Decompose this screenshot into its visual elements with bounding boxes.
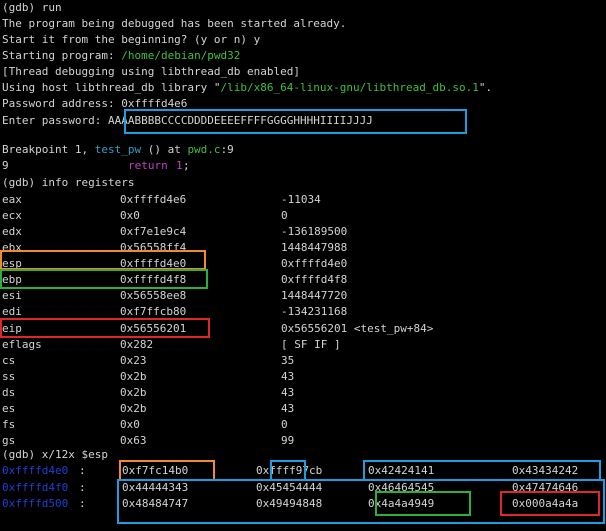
register-natural-value: 99 — [281, 434, 295, 447]
memory-address-separator: : — [79, 497, 86, 510]
register-name: eax — [2, 193, 22, 206]
esp-highlight-box — [0, 250, 206, 270]
register-natural-value: 0x56556201 <test_pw+84> — [281, 322, 434, 335]
terminal-window[interactable]: (gdb) run The program being debugged has… — [0, 0, 606, 531]
register-row: edx 0xf7e1e9c4 -136189500 — [2, 224, 602, 240]
register-hex-value: 0xf7e1e9c4 — [120, 225, 187, 238]
saved-word-highlight-box — [119, 460, 215, 481]
register-name: ss — [2, 370, 16, 383]
register-row: ds 0x2b 43 — [2, 385, 602, 401]
register-natural-value: -11034 — [281, 193, 321, 206]
starting-program-label: Starting program: — [2, 49, 122, 62]
register-row: esi 0x56558ee8 1448447720 — [2, 288, 602, 304]
register-hex-value: 0x282 — [120, 338, 154, 351]
source-semicolon: ; — [183, 159, 190, 172]
register-name: cs — [2, 354, 16, 367]
breakpoint-line: Breakpoint 1, test_pw () at pwd.c:9 — [2, 142, 234, 158]
examine-command: (gdb) x/12x $esp — [2, 448, 108, 461]
breakpoint-label: Breakpoint 1, — [2, 143, 95, 156]
breakpoint-file: pwd.c — [187, 143, 221, 156]
source-line: 9 return 1; — [2, 158, 190, 174]
memory-address-separator: : — [79, 464, 86, 477]
ebp-highlight-box — [0, 269, 208, 289]
register-natural-value: 0xffffd4f8 — [281, 273, 348, 286]
register-row: es 0x2b 43 — [2, 401, 602, 417]
already-started-line: The program being debugged has been star… — [2, 17, 347, 30]
register-hex-value: 0x0 — [120, 209, 140, 222]
register-row: cs 0x23 35 — [2, 353, 602, 369]
register-natural-value: 1448447988 — [281, 241, 348, 254]
register-hex-value: 0x2b — [120, 370, 147, 383]
eip-overwrite-highlight-box — [500, 491, 600, 516]
breakpoint-function: test_pw — [94, 143, 142, 156]
register-name: fs — [2, 418, 16, 431]
register-natural-value: 43 — [281, 370, 295, 383]
register-hex-value: 0x23 — [120, 354, 147, 367]
register-name: esi — [2, 289, 22, 302]
register-hex-value: 0x56558ee8 — [120, 289, 187, 302]
eip-highlight-box — [0, 318, 210, 338]
register-natural-value: 0 — [281, 209, 288, 222]
register-natural-value: 0 — [281, 418, 288, 431]
register-natural-value: 43 — [281, 402, 295, 415]
register-row: fs 0x0 0 — [2, 417, 602, 433]
memory-address: 0xffffd4e0 — [2, 464, 69, 477]
register-row: eax 0xffffd4e6 -11034 — [2, 192, 602, 208]
register-natural-value: 43 — [281, 386, 295, 399]
register-name: ds — [2, 386, 16, 399]
register-name: eflags — [2, 338, 42, 351]
register-name: edx — [2, 225, 22, 238]
restart-prompt-line: Start it from the beginning? (y or n) y — [2, 33, 261, 46]
register-natural-value: [ SF IF ] — [281, 338, 341, 351]
register-hex-value: 0x0 — [120, 418, 140, 431]
register-natural-value: 0xffffd4e0 — [281, 257, 348, 270]
register-natural-value: 1448447720 — [281, 289, 348, 302]
register-hex-value: 0xffffd4e6 — [120, 193, 187, 206]
gdb-run-line: (gdb) run — [2, 1, 62, 14]
libthread-tail: ". — [478, 81, 493, 94]
register-hex-value: 0x2b — [120, 386, 147, 399]
libthread-label: Using host libthread_db library " — [2, 81, 221, 94]
password-highlight-box — [124, 109, 467, 134]
register-name: es — [2, 402, 16, 415]
breakpoint-mid: () at — [141, 143, 188, 156]
source-line-number: 9 — [2, 159, 9, 172]
libthread-line: Using host libthread_db library "/lib/x8… — [2, 80, 492, 96]
register-hex-value: 0x63 — [120, 434, 147, 447]
register-hex-value: 0x2b — [120, 402, 147, 415]
register-name: ecx — [2, 209, 22, 222]
register-natural-value: -134231168 — [281, 305, 348, 318]
memory-address: 0xffffd500 — [2, 497, 69, 510]
breakpoint-line-no: :9 — [220, 143, 234, 156]
register-row: eflags 0x282 [ SF IF ] — [2, 337, 602, 353]
memory-address: 0xffffd4f0 — [2, 481, 69, 494]
libthread-path: /lib/x86_64-linux-gnu/libthread_db.so.1 — [220, 81, 479, 94]
source-return-keyword: return — [128, 159, 168, 172]
register-row: ecx 0x0 0 — [2, 208, 602, 224]
partial-overwrite-highlight-box — [270, 460, 306, 481]
starting-program-line: Starting program: /home/debian/pwd32 — [2, 48, 240, 64]
enter-password-label: Enter password: — [2, 114, 108, 127]
thread-debugging-line: [Thread debugging using libthread_db ena… — [2, 65, 301, 78]
source-return-value: 1 — [176, 159, 183, 172]
register-natural-value: 35 — [281, 354, 295, 367]
memory-address-separator: : — [79, 481, 86, 494]
buffer-row1-highlight-box — [363, 460, 601, 481]
ebp-overwrite-highlight-box — [375, 491, 471, 516]
register-natural-value: -136189500 — [281, 225, 348, 238]
program-path: /home/debian/pwd32 — [121, 49, 241, 62]
info-registers-command: (gdb) info registers — [2, 176, 135, 189]
register-row: ss 0x2b 43 — [2, 369, 602, 385]
